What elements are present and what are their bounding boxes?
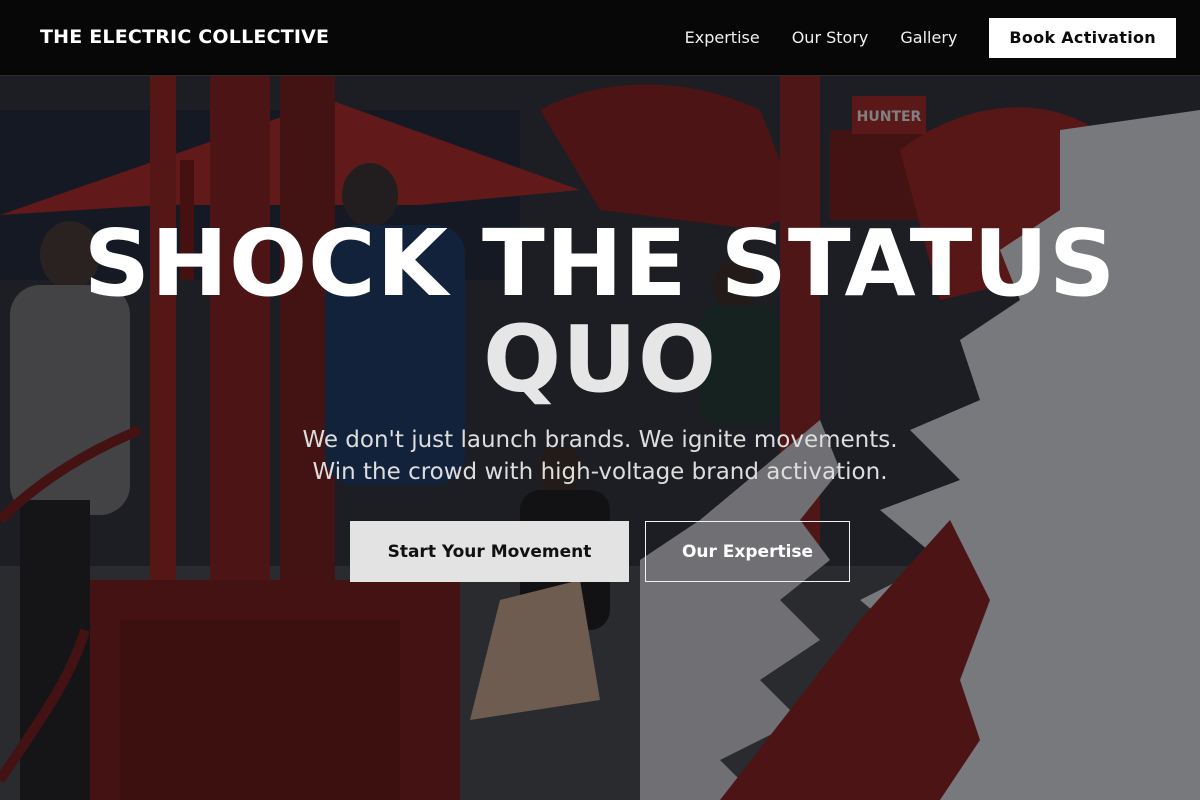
brand-logo-text[interactable]: THE ELECTRIC COLLECTIVE — [40, 26, 329, 48]
nav-link-gallery[interactable]: Gallery — [900, 18, 957, 58]
subtitle-line-1: We don't just launch brands. We ignite m… — [302, 427, 898, 453]
start-your-movement-button[interactable]: Start Your Movement — [350, 521, 629, 582]
headline-line-1: SHOCK THE STATUS — [83, 210, 1117, 317]
nav-link-expertise[interactable]: Expertise — [685, 18, 760, 58]
hero-subtitle: We don't just launch brands. We ignite m… — [0, 424, 1200, 488]
hero-section: SHOCK THE STATUS QUO We don't just launc… — [0, 76, 1200, 800]
headline-line-2: QUO — [482, 306, 718, 413]
book-activation-button[interactable]: Book Activation — [989, 18, 1176, 58]
our-expertise-button[interactable]: Our Expertise — [645, 521, 850, 582]
subtitle-line-2: Win the crowd with high-voltage brand ac… — [312, 459, 888, 485]
nav-links: Expertise Our Story Gallery Book Activat… — [685, 18, 1176, 58]
nav-link-our-story[interactable]: Our Story — [792, 18, 869, 58]
hero-buttons: Start Your Movement Our Expertise — [0, 521, 1200, 582]
hero-headline: SHOCK THE STATUS QUO — [0, 216, 1200, 408]
top-navigation: THE ELECTRIC COLLECTIVE Expertise Our St… — [0, 0, 1200, 76]
